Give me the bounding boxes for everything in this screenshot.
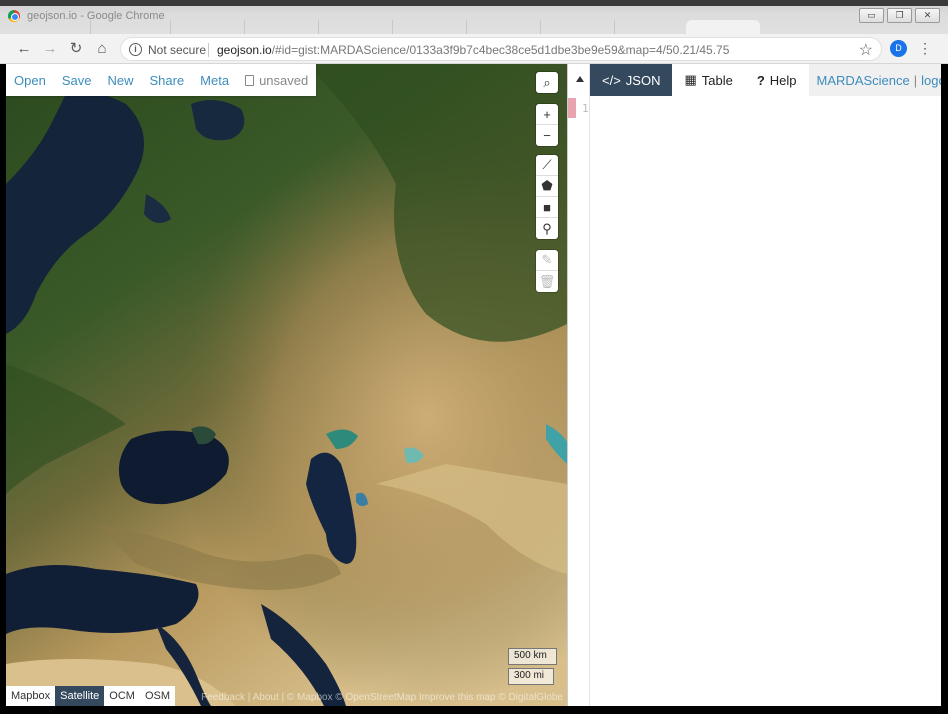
bookmark-star-icon[interactable]: ☆	[859, 40, 873, 60]
share-button[interactable]: Share	[149, 73, 184, 88]
line-number: 1	[582, 102, 589, 115]
json-editor[interactable]	[590, 96, 941, 706]
minimize-button[interactable]: ▭	[859, 8, 884, 23]
tab-table-label: Table	[701, 72, 733, 88]
file-icon	[245, 74, 255, 86]
close-button[interactable]: ✕	[915, 8, 940, 23]
edit-toolbar: ✎ 🗑	[536, 250, 558, 292]
scale-km: 500 km	[508, 648, 557, 665]
map-attribution[interactable]: Feedback | About | © Mapbox © OpenStreet…	[201, 692, 563, 703]
help-icon: ?	[756, 72, 765, 88]
home-icon[interactable]: ⌂	[92, 39, 112, 59]
layer-satellite[interactable]: Satellite	[55, 686, 105, 706]
tab-json[interactable]: </> JSON	[590, 64, 673, 96]
code-icon: </>	[602, 72, 621, 88]
divider	[208, 43, 209, 57]
search-control: ⌕	[536, 72, 558, 93]
reload-icon[interactable]: ↻	[66, 39, 86, 59]
chrome-icon	[8, 10, 20, 22]
info-icon[interactable]: i	[129, 43, 142, 56]
app-nav: Open Save New Share Meta unsaved	[6, 64, 317, 96]
window-controls: ▭ ❐ ✕	[859, 8, 940, 23]
menu-icon[interactable]: ⋮	[918, 40, 932, 57]
url-path: /#id=gist:MARDAScience/0133a3f9b7c4bec38…	[271, 43, 730, 57]
user-menu: MARDAScience | logout	[808, 64, 941, 96]
tab-help-label: Help	[769, 72, 797, 88]
layer-osm[interactable]: OSM	[140, 686, 175, 706]
delete-layers-icon[interactable]: 🗑	[536, 271, 558, 292]
draw-line-icon[interactable]: ⟋	[536, 155, 558, 176]
search-icon[interactable]: ⌕	[536, 72, 558, 93]
url-text[interactable]: geojson.io/#id=gist:MARDAScience/0133a3f…	[217, 43, 729, 57]
browser-window: geojson.io - Google Chrome ▭ ❐ ✕ ← → ↻ ⌂…	[0, 0, 948, 714]
restore-button[interactable]: ❐	[887, 8, 912, 23]
panel-tabs: </>JSON ▦ Table ?Help MARDAScience | logo…	[590, 64, 941, 96]
url-host: geojson.io	[217, 43, 272, 57]
file-status[interactable]: unsaved	[245, 73, 308, 88]
address-bar[interactable]: i Not secure geojson.io/#id=gist:MARDASc…	[120, 37, 882, 61]
divider: |	[913, 72, 918, 88]
tab-json-label: JSON	[625, 72, 661, 88]
collapse-caret-icon[interactable]	[576, 76, 584, 82]
editor-gutter-marker	[568, 98, 576, 118]
table-icon: ▦	[684, 72, 697, 87]
meta-button[interactable]: Meta	[200, 73, 229, 88]
browser-toolbar: ← → ↻ ⌂ i Not secure geojson.io/#id=gist…	[0, 34, 948, 64]
zoom-out-button[interactable]: −	[536, 125, 558, 146]
panel-splitter[interactable]: 1	[567, 64, 590, 706]
draw-toolbar: ⟋ ⬟ ■ ⚲	[536, 155, 558, 239]
side-panel: </>JSON ▦ Table ?Help MARDAScience | logo…	[590, 64, 941, 706]
profile-avatar[interactable]: D	[890, 40, 907, 57]
tab-help[interactable]: ? Help	[745, 64, 809, 96]
tab-table[interactable]: ▦ Table	[672, 64, 744, 96]
file-status-label: unsaved	[259, 72, 309, 88]
title-bar: geojson.io - Google Chrome ▭ ❐ ✕	[0, 0, 948, 40]
logout-link[interactable]: logout	[921, 73, 941, 88]
edit-layers-icon[interactable]: ✎	[536, 250, 558, 271]
draw-marker-icon[interactable]: ⚲	[536, 218, 558, 239]
draw-polygon-icon[interactable]: ⬟	[536, 176, 558, 197]
draw-rectangle-icon[interactable]: ■	[536, 197, 558, 218]
layer-mapbox[interactable]: Mapbox	[6, 686, 55, 706]
layer-ocm[interactable]: OCM	[104, 686, 140, 706]
map-view[interactable]: Open Save New Share Meta unsaved ⌕ + − ⟋…	[6, 64, 567, 706]
open-button[interactable]: Open	[14, 73, 46, 88]
save-button[interactable]: Save	[62, 73, 92, 88]
layer-switcher: Mapbox Satellite OCM OSM	[6, 686, 176, 706]
zoom-control: + −	[536, 104, 558, 146]
scale-mi: 300 mi	[508, 668, 554, 685]
back-icon[interactable]: ←	[14, 39, 34, 59]
page-content: Open Save New Share Meta unsaved ⌕ + − ⟋…	[6, 64, 941, 706]
forward-icon[interactable]: →	[40, 39, 60, 59]
satellite-imagery	[6, 64, 567, 706]
zoom-in-button[interactable]: +	[536, 104, 558, 125]
new-button[interactable]: New	[107, 73, 133, 88]
username-link[interactable]: MARDAScience	[817, 73, 910, 88]
security-label: Not secure	[148, 43, 207, 57]
